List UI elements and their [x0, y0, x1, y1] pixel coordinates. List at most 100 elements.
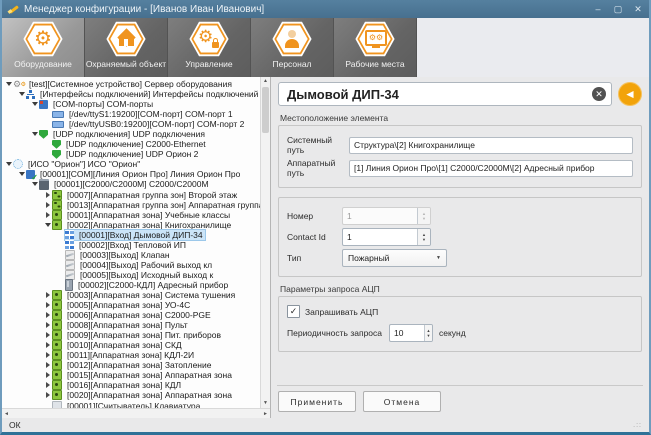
tree-row[interactable]: [0013][Аппаратная группа зон] Аппаратная… — [2, 200, 260, 210]
tree-row-selected[interactable]: [00001][Вход] Дымовой ДИП-34 — [2, 230, 260, 240]
tree-row[interactable]: [00001][Считыватель] Клавиатура — [2, 401, 260, 409]
request-adc-checkbox[interactable]: ✓ — [287, 305, 300, 318]
tree-row[interactable]: [0012][Аппаратная зона] Затопление — [2, 360, 260, 370]
tree-row[interactable]: [/dev/ttyS1:19200][COM-порт] COM-порт 1 — [2, 109, 260, 119]
toolbar-button-management[interactable]: ⚙ Управление — [168, 18, 251, 77]
expand-closed-icon[interactable] — [44, 352, 52, 358]
tree-row[interactable]: [0015][Аппаратная зона] Аппаратная зона — [2, 370, 260, 380]
hardware-path-input[interactable] — [349, 160, 633, 177]
tree-row[interactable]: [0006][Аппаратная зона] C2000-PGE — [2, 310, 260, 320]
period-spin-arrows-icon[interactable]: ▲▼ — [424, 325, 432, 341]
expand-closed-icon[interactable] — [44, 212, 52, 218]
scroll-left-icon[interactable]: ◄ — [4, 411, 9, 417]
tree-row[interactable]: [0005][Аппаратная зона] УО-4С — [2, 300, 260, 310]
contact-id-spinner[interactable]: ▲▼ — [342, 228, 431, 246]
type-dropdown[interactable]: Пожарный ▼ — [342, 249, 447, 267]
scrollbar-thumb[interactable] — [262, 87, 269, 133]
tree-row[interactable]: [0003][Аппаратная зона] Система тушения — [2, 290, 260, 300]
clear-name-icon[interactable]: ✕ — [592, 87, 606, 101]
output-icon — [65, 260, 75, 270]
expand-open-icon[interactable] — [18, 172, 26, 176]
contact-id-value[interactable] — [343, 229, 417, 245]
tree-row[interactable]: [0001][Аппаратная зона] Учебные классы — [2, 210, 260, 220]
tree-row[interactable]: [/dev/ttyUSB0:19200][COM-порт] COM-порт … — [2, 119, 260, 129]
tree-row[interactable]: [00003][Выход] Клапан — [2, 250, 260, 260]
expand-closed-icon[interactable] — [44, 292, 52, 298]
tree-row[interactable]: [UDP подключение] C2000-Ethernet — [2, 139, 260, 149]
tree-row[interactable]: [UDP подключение] UDP Орион 2 — [2, 149, 260, 159]
zone-icon — [52, 290, 62, 300]
tree-row[interactable]: [0016][Аппаратная зона] КДЛ — [2, 380, 260, 390]
location-group-title: Местоположение элемента — [280, 113, 640, 123]
adc-group: ✓ Запрашивать АЦП Периодичность запроса … — [278, 296, 642, 352]
expand-closed-icon[interactable] — [44, 372, 52, 378]
scroll-up-icon[interactable]: ▲ — [263, 77, 268, 86]
contact-id-spin-arrows-icon[interactable]: ▲▼ — [417, 229, 430, 245]
toolbar-button-protected-object[interactable]: Охраняемый объект — [85, 18, 168, 77]
resize-grip-icon[interactable]: .:: — [633, 422, 642, 429]
toolbar-button-personnel[interactable]: Персонал — [251, 18, 334, 77]
maximize-button[interactable]: ▢ — [613, 4, 623, 15]
expand-closed-icon[interactable] — [44, 362, 52, 368]
toolbar-button-workstations[interactable]: ⚙⚙ Рабочие места — [334, 18, 417, 77]
expand-closed-icon[interactable] — [44, 312, 52, 318]
expand-closed-icon[interactable] — [44, 202, 52, 208]
minimize-button[interactable]: – — [593, 4, 603, 15]
tree-item-label: [COM-порты] COM-порты — [51, 99, 155, 109]
status-text: ОК — [9, 420, 21, 430]
tree-item-label: [00004][Выход] Рабочий выход кл — [78, 260, 214, 270]
expand-closed-icon[interactable] — [44, 332, 52, 338]
tree-horizontal-scrollbar[interactable]: ◄ ► — [2, 408, 270, 418]
expand-closed-icon[interactable] — [44, 302, 52, 308]
expand-open-icon[interactable] — [31, 132, 39, 136]
tree-row[interactable]: [00001][C2000/C2000M] C2000/C2000M — [2, 179, 260, 189]
tree-row[interactable]: [UDP подключения] UDP подключения — [2, 129, 260, 139]
tree-row[interactable]: ⚙[test][Системное устройство] Сервер обо… — [2, 79, 260, 89]
system-path-input[interactable] — [349, 137, 633, 154]
expand-open-icon[interactable] — [5, 82, 13, 86]
expand-closed-icon[interactable] — [44, 192, 52, 198]
tree-row[interactable]: [0009][Аппаратная зона] Пит. приборов — [2, 330, 260, 340]
scroll-right-icon[interactable]: ► — [263, 411, 268, 417]
tree-row[interactable]: [00002][С2000-КДЛ] Адресный прибор — [2, 280, 260, 290]
element-name-input[interactable] — [278, 82, 612, 106]
scroll-down-icon[interactable]: ▼ — [263, 399, 268, 408]
expand-open-icon[interactable] — [31, 182, 39, 186]
expand-closed-icon[interactable] — [44, 382, 52, 388]
cancel-button[interactable]: Отмена — [363, 391, 441, 412]
tree-row[interactable]: [00005][Выход] Исходный выход к — [2, 270, 260, 280]
tree-item-label: [00001][Считыватель] Клавиатура — [65, 401, 202, 408]
line-icon — [26, 170, 35, 179]
tree-item-label: [/dev/ttyUSB0:19200][COM-порт] COM-порт … — [67, 119, 246, 129]
expand-open-icon[interactable] — [44, 223, 52, 227]
close-button[interactable]: ✕ — [633, 4, 643, 15]
tree-row[interactable]: [Интерфейсы подключений] Интерфейсы подк… — [2, 89, 260, 99]
tree-item-label: [00003][Выход] Клапан — [78, 250, 172, 260]
tree-item-label: [00005][Выход] Исходный выход к — [78, 270, 215, 280]
expand-closed-icon[interactable] — [44, 342, 52, 348]
tree-row[interactable]: [0020][Аппаратная зона] Аппаратная зона — [2, 390, 260, 400]
tree-item-label: [UDP подключение] UDP Орион 2 — [64, 149, 200, 159]
tree-vertical-scrollbar[interactable]: ▲ ▼ — [260, 77, 270, 408]
tree-row[interactable]: [0002][Аппаратная зона] Книгохранилище — [2, 220, 260, 230]
period-value[interactable] — [390, 325, 424, 341]
tree-row[interactable]: [00001][COM][Линия Орион Про] Линия Орио… — [2, 169, 260, 179]
toolbar-button-equipment[interactable]: ⚙ Оборудование — [2, 18, 85, 77]
period-spinner[interactable]: ▲▼ — [389, 324, 433, 342]
tree-row[interactable]: [00004][Выход] Рабочий выход кл — [2, 260, 260, 270]
apply-button[interactable]: Применить — [278, 391, 356, 412]
tree-row[interactable]: [0007][Аппаратная группа зон] Второй эта… — [2, 190, 260, 200]
tree-row[interactable]: [0008][Аппаратная зона] Пульт — [2, 320, 260, 330]
tree-row[interactable]: [0010][Аппаратная зона] СКД — [2, 340, 260, 350]
zone-icon — [52, 380, 62, 390]
tree-row[interactable]: [ИСО "Орион"] ИСО "Орион" — [2, 159, 260, 169]
back-button[interactable]: ◄ — [618, 82, 642, 106]
expand-open-icon[interactable] — [18, 92, 26, 96]
expand-open-icon[interactable] — [5, 162, 13, 166]
tree-row[interactable]: [0011][Аппаратная зона] КДЛ-2И — [2, 350, 260, 360]
expand-closed-icon[interactable] — [44, 392, 52, 398]
expand-closed-icon[interactable] — [44, 322, 52, 328]
tree-row[interactable]: [00002][Вход] Тепловой ИП — [2, 240, 260, 250]
tree-row[interactable]: [COM-порты] COM-порты — [2, 99, 260, 109]
expand-open-icon[interactable] — [31, 102, 39, 106]
